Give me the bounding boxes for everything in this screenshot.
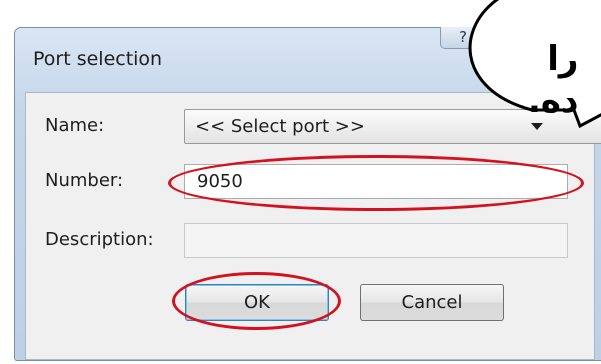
number-field[interactable]: 9050 <box>184 164 568 199</box>
name-select-value: << Select port >> <box>195 116 365 137</box>
number-label: Number: <box>45 170 124 191</box>
bubble-text: را ده. <box>528 39 579 121</box>
cancel-button[interactable]: Cancel <box>360 284 504 321</box>
dialog-title: Port selection <box>33 48 163 70</box>
description-field[interactable] <box>184 223 568 258</box>
description-label: Description: <box>45 229 154 250</box>
ok-button[interactable]: OK <box>185 284 329 321</box>
name-label: Name: <box>45 115 105 136</box>
number-field-value: 9050 <box>197 171 243 192</box>
screenshot: Port selection ? Name: << Select port >>… <box>0 0 601 364</box>
